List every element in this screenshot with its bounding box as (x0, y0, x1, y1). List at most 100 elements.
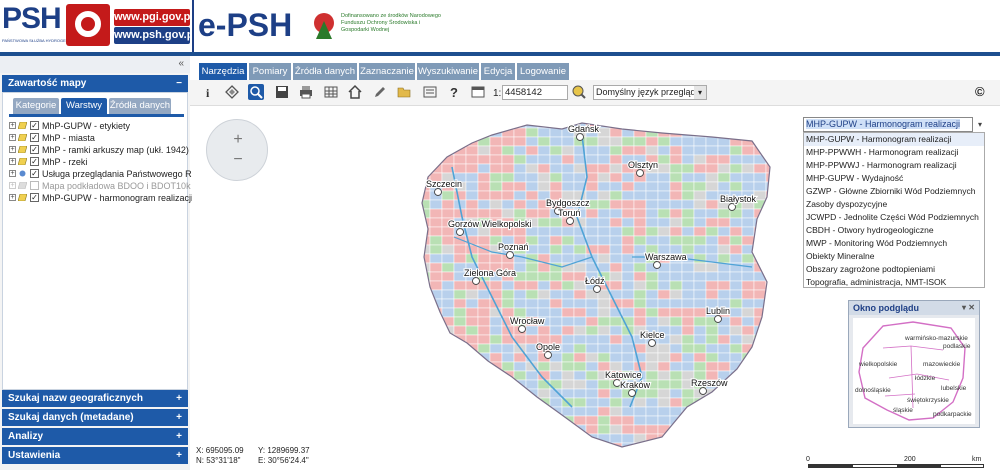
psh-link[interactable]: www.psh.gov.pl (114, 27, 197, 44)
expand-icon[interactable]: + (9, 194, 16, 201)
expand-icon[interactable]: + (9, 134, 16, 141)
expand-icon[interactable]: + (9, 170, 16, 177)
layer-checkbox[interactable]: ✓ (30, 157, 39, 166)
settings-header[interactable]: Ustawienia + (2, 447, 188, 464)
layer-checkbox[interactable]: ✓ (30, 133, 39, 142)
overview-map[interactable]: warmińsko-mazurskiepodlaskie wielkopolski… (853, 318, 975, 424)
dropdown-option[interactable]: CBDH - Otwory hydrogeologiczne (804, 224, 984, 237)
menu-data-sources[interactable]: Źródła danych (293, 63, 357, 80)
tab-categories[interactable]: Kategorie (13, 98, 59, 114)
map-sheet-tile (585, 172, 599, 183)
dropdown-option[interactable]: Zasoby dyspozycyjne (804, 198, 984, 211)
layer-checkbox[interactable]: ✓ (30, 121, 39, 130)
dropdown-option[interactable]: Topografia, administracja, NMT-ISOK (804, 276, 984, 289)
legend-icon[interactable] (422, 84, 438, 100)
grid-icon[interactable] (323, 84, 339, 100)
scale-segment (809, 465, 853, 467)
map-sheet-tile (705, 123, 719, 129)
map-sheet-tile (422, 136, 431, 147)
map-sheet-tile (561, 334, 575, 345)
copyright-icon[interactable]: © (975, 84, 985, 99)
map-sheet-tile (669, 280, 683, 291)
layer-checkbox[interactable]: ✓ (30, 169, 39, 178)
save-icon[interactable] (274, 84, 290, 100)
map-sheet-tile (573, 433, 587, 444)
folder-icon[interactable] (396, 84, 412, 100)
menu-search[interactable]: Wyszukiwanie (417, 63, 479, 80)
map-sheet-tile (490, 452, 502, 461)
language-select[interactable]: Domyślny język przeglądar ▾ (593, 85, 707, 100)
psh-logo-text[interactable]: PSH (2, 2, 62, 36)
map-sheet-tile (634, 452, 646, 461)
home-icon[interactable] (347, 84, 363, 100)
zoom-in-icon[interactable]: + (230, 132, 246, 148)
layer-checkbox[interactable]: ✓ (30, 193, 39, 202)
menu-tools[interactable]: Narzędzia (199, 63, 247, 80)
menu-measure[interactable]: Pomiary (249, 63, 291, 80)
expand-icon[interactable]: + (9, 146, 16, 153)
layer-dropdown-input[interactable]: MHP-GUPW - Harmonogram realizacji (803, 117, 973, 132)
map-sheet-tile (465, 123, 479, 129)
menu-selection[interactable]: Zaznaczanie (359, 63, 415, 80)
map-sheet-tile (705, 289, 719, 300)
expand-plus-icon[interactable]: + (176, 428, 182, 445)
map-sheet-tile (669, 123, 683, 129)
menu-edit[interactable]: Edycja (481, 63, 515, 80)
map-view[interactable]: Gdańsk Olsztyn Szczecin Bydgoszcz Toruń Biały… (192, 107, 1000, 470)
pan-zoom-control[interactable]: + − (206, 119, 268, 181)
expand-icon[interactable]: + (9, 122, 16, 129)
chevron-double-left-icon[interactable]: « (178, 58, 184, 69)
expand-icon[interactable]: + (9, 158, 16, 165)
map-sheet-tile (669, 136, 683, 147)
pgi-link[interactable]: www.pgi.gov.pl (114, 9, 193, 26)
expand-plus-icon[interactable]: + (176, 390, 182, 407)
psh-emblem-icon[interactable] (66, 4, 110, 46)
search-metadata-header[interactable]: Szukaj danych (metadane) + (2, 409, 188, 426)
pencil-icon[interactable] (372, 84, 388, 100)
analyses-header[interactable]: Analizy + (2, 428, 188, 445)
dropdown-option[interactable]: MHP-PPWWH - Harmonogram realizacji (804, 146, 984, 159)
expand-plus-icon[interactable]: + (176, 447, 182, 464)
map-sheet-tile (693, 253, 707, 264)
help-icon[interactable]: ? (446, 84, 462, 100)
map-sheet-tile (442, 452, 454, 461)
expand-plus-icon[interactable]: + (176, 409, 182, 426)
tab-data-sources[interactable]: Źródła danych (109, 98, 171, 114)
overview-header[interactable]: Okno podglądu ▾ ✕ (849, 301, 979, 315)
expand-icon[interactable]: + (9, 182, 16, 189)
zoom-scale-icon[interactable] (571, 84, 587, 100)
chevron-down-icon[interactable]: ▾ (975, 118, 985, 131)
search-geonames-header[interactable]: Szukaj nazw geograficznych + (2, 390, 188, 407)
dropdown-option[interactable]: GZWP - Główne Zbiorniki Wód Podziemnych (804, 185, 984, 198)
coord-x: X: 695095.09 (196, 446, 244, 455)
tab-layers[interactable]: Warstwy (61, 98, 107, 114)
map-sheet-tile (465, 145, 479, 156)
dropdown-option[interactable]: MHP-PPWWJ - Harmonogram realizacji (804, 159, 984, 172)
layers-icon[interactable] (224, 84, 240, 100)
overview-window[interactable]: Okno podglądu ▾ ✕ warmińsko-mazurskie pod… (848, 300, 980, 428)
dropdown-option[interactable]: MWP - Monitoring Wód Podziemnych (804, 237, 984, 250)
map-sheet-tile (669, 181, 683, 192)
window-icon[interactable] (470, 84, 486, 100)
scale-input[interactable]: 4458142 (502, 85, 568, 100)
map-sheet-tile (621, 145, 635, 156)
print-icon[interactable] (298, 84, 314, 100)
chevron-down-icon[interactable]: ▾ (694, 86, 706, 99)
dropdown-option[interactable]: JCWPD - Jednolite Części Wód Podziemnych (804, 211, 984, 224)
dropdown-option[interactable]: Obszary zagrożone podtopieniami (804, 263, 984, 276)
dropdown-option[interactable]: Obiekty Mineralne (804, 250, 984, 263)
map-contents-header[interactable]: Zawartość mapy − (2, 75, 188, 92)
menu-login[interactable]: Logowanie (517, 63, 569, 80)
layer-checkbox[interactable]: ✓ (30, 145, 39, 154)
map-sheet-tile (693, 145, 707, 156)
collapse-icon[interactable]: − (176, 75, 182, 92)
layer-checkbox[interactable] (30, 181, 39, 190)
zoom-icon[interactable] (248, 84, 264, 100)
dropdown-option[interactable]: MHP-GUPW - Wydajność (804, 172, 984, 185)
zoom-out-icon[interactable]: − (230, 152, 246, 168)
map-sheet-tile (753, 442, 767, 447)
overview-controls[interactable]: ▾ ✕ (962, 301, 975, 315)
map-sheet-tile (429, 442, 443, 447)
dropdown-option[interactable]: MHP-GUPW - Harmonogram realizacji (804, 133, 984, 146)
info-icon[interactable]: i (200, 84, 216, 100)
